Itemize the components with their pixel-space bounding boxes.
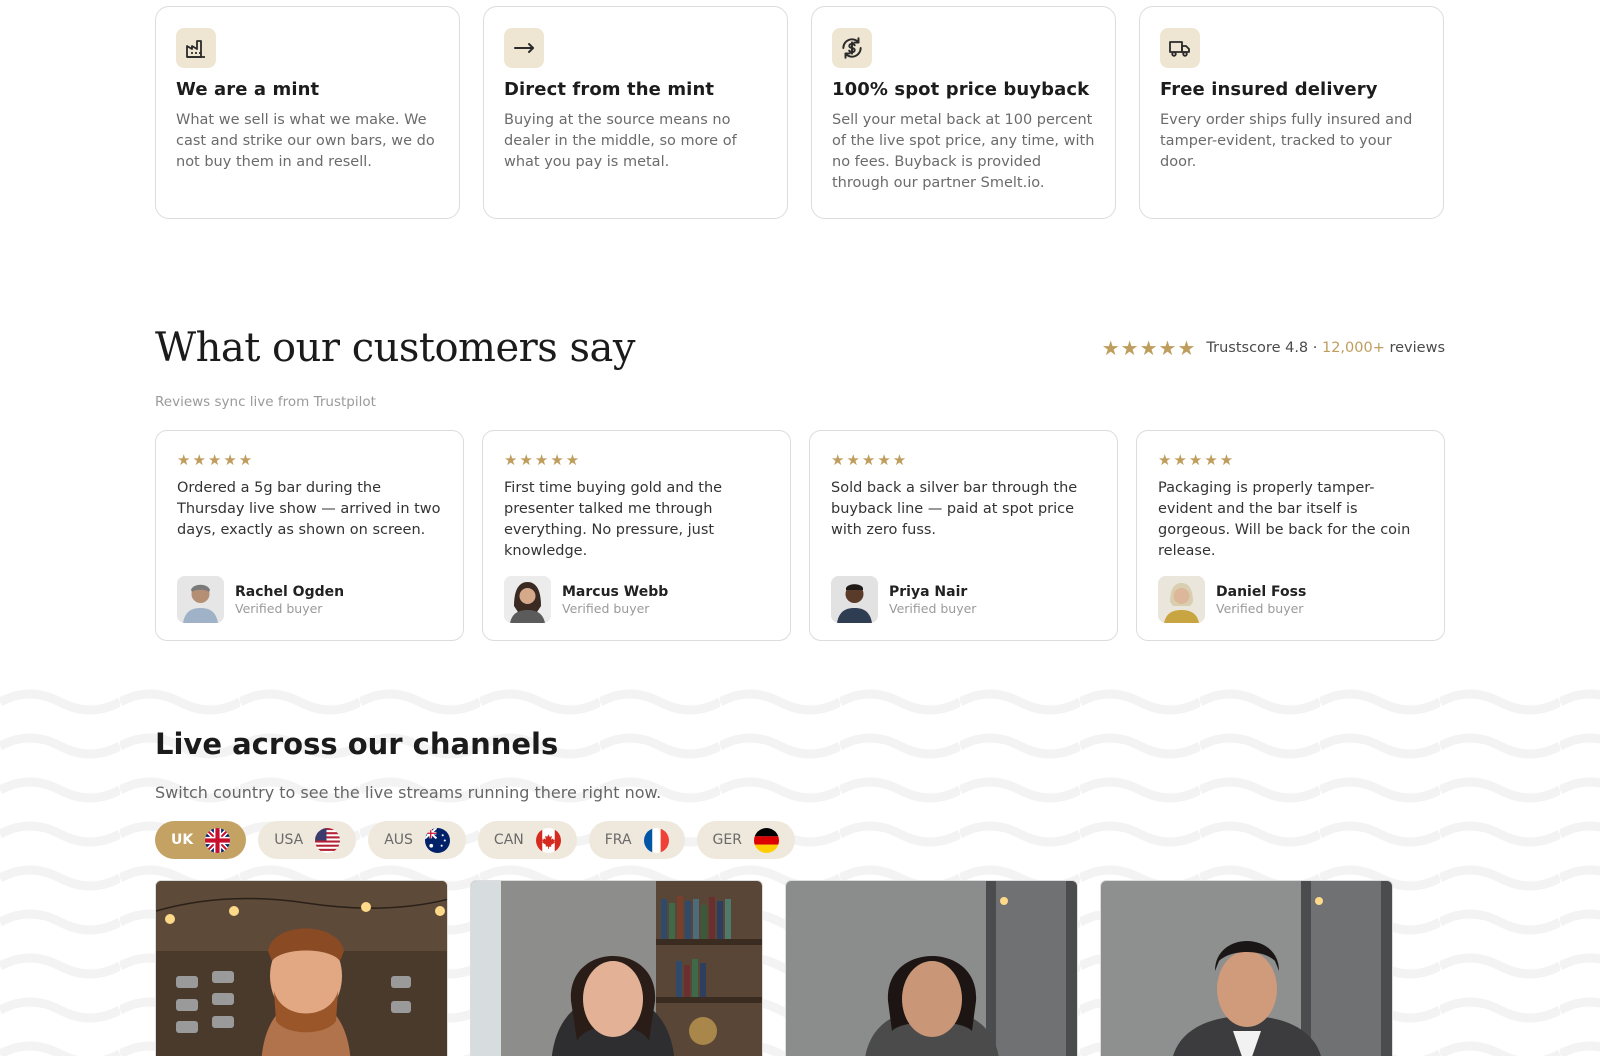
country-switcher: UK USA AUS CAN FRA GER bbox=[155, 821, 1445, 859]
avatar bbox=[177, 576, 224, 623]
review-card: ★★★★★ Ordered a 5g bar during the Thursd… bbox=[155, 430, 464, 641]
reviewer-role: Verified buyer bbox=[889, 600, 977, 616]
uk-flag-icon bbox=[205, 827, 231, 853]
channels-title: Live across our channels bbox=[155, 727, 559, 761]
review-stars: ★★★★★ bbox=[504, 451, 582, 469]
aus-flag-icon bbox=[424, 827, 450, 853]
france-flag-icon bbox=[643, 827, 669, 853]
avatar bbox=[1158, 576, 1205, 623]
country-pill-usa[interactable]: USA bbox=[258, 821, 357, 859]
trustscore[interactable]: ★★★★★ Trustscore 4.8 · 12,000+ reviews bbox=[1102, 336, 1445, 360]
feature-title: 100% spot price buyback bbox=[832, 79, 1090, 100]
review-stars: ★★★★★ bbox=[831, 451, 909, 469]
channels-subtitle: Switch country to see the live streams r… bbox=[155, 783, 662, 802]
review-text: Packaging is properly tamper-evident and… bbox=[1158, 480, 1411, 559]
stream-thumbnail bbox=[1101, 881, 1392, 1056]
review-count-suffix: reviews bbox=[1389, 340, 1445, 356]
country-pill-fra[interactable]: FRA bbox=[588, 821, 685, 859]
reviews-subtitle: Reviews sync live from Trustpilot bbox=[155, 394, 376, 410]
reviewer: Rachel Ogden Verified buyer bbox=[177, 576, 344, 623]
live-stream-card[interactable] bbox=[785, 880, 1078, 1056]
stream-thumbnail bbox=[786, 881, 1077, 1056]
factory-icon bbox=[176, 28, 216, 68]
germany-flag-icon bbox=[753, 827, 779, 853]
review-card: ★★★★★ Sold back a silver bar through the… bbox=[809, 430, 1118, 641]
review-stars: ★★★★★ bbox=[1158, 451, 1236, 469]
country-code: AUS bbox=[384, 832, 413, 848]
review-text: Sold back a silver bar through the buyba… bbox=[831, 480, 1078, 538]
reviewer-role: Verified buyer bbox=[562, 600, 650, 616]
live-stream-card[interactable] bbox=[470, 880, 763, 1056]
truck-icon bbox=[1160, 28, 1200, 68]
reviewer-name: Rachel Ogden bbox=[235, 583, 345, 600]
live-stream-card[interactable] bbox=[1100, 880, 1393, 1056]
country-pill-aus[interactable]: AUS bbox=[368, 821, 466, 859]
feature-card-delivery: Free insured delivery Every order ships … bbox=[1139, 6, 1444, 219]
reviewer-name: Daniel Foss bbox=[1216, 583, 1307, 600]
reviewer-name: Marcus Webb bbox=[562, 583, 669, 600]
feature-card-direct: Direct from the mint Buying at the sourc… bbox=[483, 6, 788, 219]
country-code: UK bbox=[171, 832, 194, 848]
reviewer: Daniel Foss Verified buyer bbox=[1158, 576, 1306, 623]
feature-title: Direct from the mint bbox=[504, 79, 715, 100]
reviewer-role: Verified buyer bbox=[235, 600, 323, 616]
country-code: CAN bbox=[493, 832, 524, 848]
feature-text: Sell your metal back at 100 percent of t… bbox=[832, 112, 1095, 191]
review-count: 12,000+ bbox=[1321, 340, 1385, 356]
features-row: We are a mint What we sell is what we ma… bbox=[155, 6, 1445, 219]
stream-thumbnail bbox=[156, 881, 447, 1056]
feature-card-buyback: 100% spot price buyback Sell your metal … bbox=[811, 6, 1116, 219]
arrow-right-icon bbox=[504, 28, 544, 68]
reviewer-name: Priya Nair bbox=[889, 583, 968, 600]
feature-text: Every order ships fully insured and tamp… bbox=[1160, 112, 1413, 170]
country-pill-ger[interactable]: GER bbox=[696, 821, 795, 859]
country-pill-uk[interactable]: UK bbox=[155, 821, 247, 859]
feature-text: What we sell is what we make. We cast an… bbox=[176, 112, 435, 170]
review-text: Ordered a 5g bar during the Thursday liv… bbox=[177, 480, 441, 538]
live-streams-row bbox=[155, 880, 1445, 1056]
reviews-title: What our customers say bbox=[155, 325, 635, 371]
trustscore-stars: ★★★★★ bbox=[1101, 336, 1197, 360]
review-card: ★★★★★ Packaging is properly tamper-evide… bbox=[1136, 430, 1445, 641]
reviews-header: What our customers say ★★★★★ Trustscore … bbox=[155, 318, 1445, 378]
country-pill-can[interactable]: CAN bbox=[477, 821, 577, 859]
reviewer: Marcus Webb Verified buyer bbox=[504, 576, 668, 623]
live-stream-card[interactable] bbox=[155, 880, 448, 1056]
reviews-row: ★★★★★ Ordered a 5g bar during the Thursd… bbox=[155, 430, 1445, 641]
canada-flag-icon bbox=[535, 827, 561, 853]
review-card: ★★★★★ First time buying gold and the pre… bbox=[482, 430, 791, 641]
feature-title: Free insured delivery bbox=[1160, 79, 1378, 100]
country-code: USA bbox=[274, 832, 304, 848]
avatar bbox=[831, 576, 878, 623]
reviewer: Priya Nair Verified buyer bbox=[831, 576, 976, 623]
review-text: First time buying gold and the presenter… bbox=[504, 480, 723, 559]
trustscore-label: Trustscore 4.8 · bbox=[1206, 340, 1318, 356]
reviewer-role: Verified buyer bbox=[1216, 600, 1304, 616]
feature-title: We are a mint bbox=[176, 79, 320, 100]
usa-flag-icon bbox=[315, 827, 341, 853]
avatar bbox=[504, 576, 551, 623]
feature-card-mint: We are a mint What we sell is what we ma… bbox=[155, 6, 460, 219]
country-code: FRA bbox=[604, 832, 632, 848]
feature-text: Buying at the source means no dealer in … bbox=[504, 112, 737, 170]
stream-thumbnail bbox=[471, 881, 762, 1056]
country-code: GER bbox=[712, 832, 742, 848]
review-stars: ★★★★★ bbox=[177, 451, 255, 469]
dollar-exchange-icon bbox=[832, 28, 872, 68]
